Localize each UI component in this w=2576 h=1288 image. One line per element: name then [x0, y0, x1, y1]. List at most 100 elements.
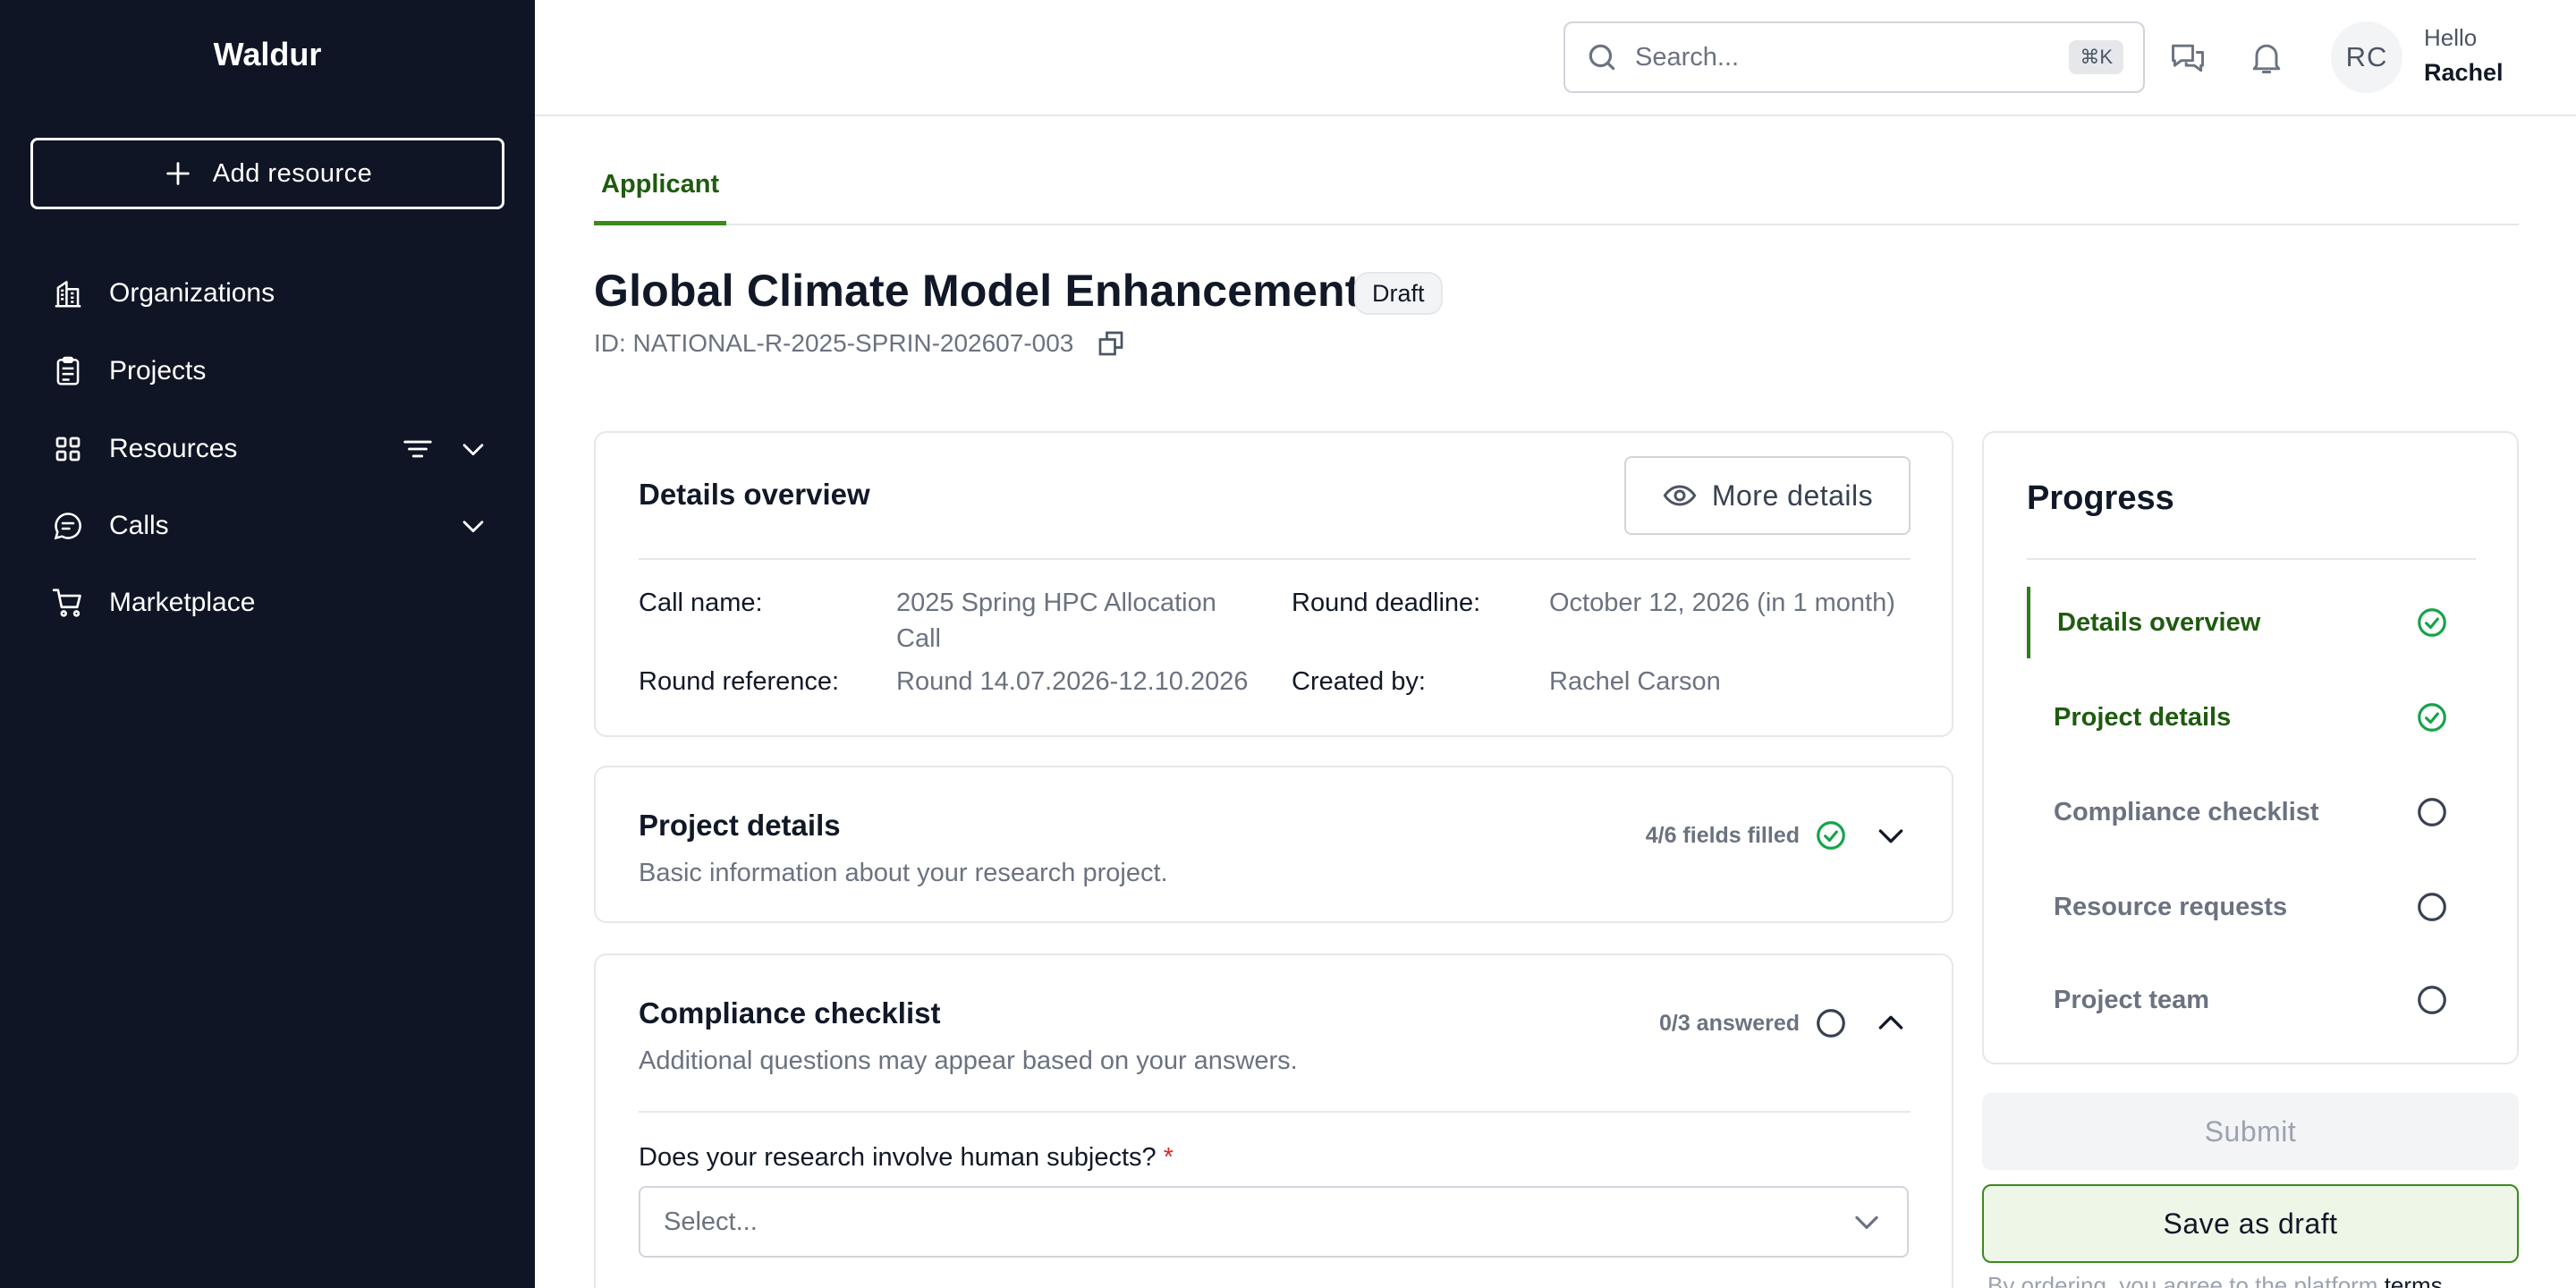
- progress-title: Progress: [2027, 479, 2174, 517]
- round-reference-label: Round reference:: [639, 667, 840, 696]
- tab-bar: Applicant: [594, 161, 2519, 225]
- sidebar-item-label: Calls: [109, 511, 169, 540]
- divider: [639, 558, 1911, 560]
- card-title: Compliance checklist: [639, 996, 941, 1030]
- details-overview-card: Details overview More details Call name:…: [594, 431, 1953, 737]
- greeting-text: Hello: [2424, 24, 2478, 51]
- round-deadline-label: Round deadline:: [1292, 589, 1481, 617]
- step-label: Project details: [2054, 702, 2232, 732]
- user-name[interactable]: Rachel: [2424, 59, 2504, 87]
- filter-icon[interactable]: [401, 432, 435, 466]
- check-circle-icon: [2418, 703, 2446, 732]
- project-details-card[interactable]: Project details Basic information about …: [594, 766, 1953, 923]
- human-subjects-question: Does your research involve human subject…: [639, 1143, 1174, 1173]
- round-deadline-value: October 12, 2026 (in 1 month): [1549, 589, 1895, 617]
- created-by-value: Rachel Carson: [1549, 667, 1721, 696]
- cart-icon: [50, 585, 86, 621]
- fields-filled-count: 4/6 fields filled: [1645, 822, 1800, 848]
- sidebar: Waldur Add resource Organizations Projec…: [0, 0, 535, 1288]
- empty-circle-icon: [2418, 893, 2446, 921]
- progress-step-resource-requests[interactable]: Resource requests: [2027, 871, 2474, 943]
- required-mark: *: [1163, 1143, 1174, 1172]
- sidebar-item-label: Organizations: [109, 278, 275, 308]
- step-label: Details overview: [2057, 607, 2261, 637]
- call-name-line: 2025 Spring HPC Allocation: [896, 589, 1216, 617]
- add-resource-label: Add resource: [212, 158, 373, 188]
- created-by-label: Created by:: [1292, 667, 1426, 696]
- chevron-down-icon[interactable]: [458, 511, 488, 541]
- question-text: Does your research involve human subject…: [639, 1143, 1157, 1172]
- round-reference-value: Round 14.07.2026-12.10.2026: [896, 667, 1249, 696]
- human-subjects-select[interactable]: Select...: [639, 1186, 1909, 1258]
- messages-icon[interactable]: [2168, 38, 2207, 77]
- step-label: Resource requests: [2054, 892, 2288, 921]
- brand-logo[interactable]: Waldur: [0, 36, 535, 73]
- step-label: Compliance checklist: [2054, 797, 2319, 826]
- section-status: 4/6 fields filled: [1646, 818, 1909, 853]
- sidebar-item-projects[interactable]: Projects: [50, 344, 488, 398]
- chat-bubble-icon: [50, 508, 86, 544]
- building-icon: [50, 275, 86, 311]
- sidebar-item-label: Projects: [109, 356, 207, 386]
- clipboard-icon: [50, 353, 86, 389]
- progress-card: Progress Details overview Project detail…: [1982, 431, 2519, 1064]
- search-icon: [1585, 40, 1619, 74]
- grid-icon: [50, 431, 86, 467]
- chevron-down-icon[interactable]: [1873, 818, 1909, 853]
- sidebar-item-marketplace[interactable]: Marketplace: [50, 576, 488, 630]
- progress-step-compliance-checklist[interactable]: Compliance checklist: [2027, 776, 2474, 848]
- avatar[interactable]: RC: [2331, 21, 2402, 93]
- chevron-down-icon: [1855, 1216, 1878, 1229]
- topbar: Search... ⌘K RC Hello Rachel: [535, 0, 2576, 116]
- card-subtitle: Basic information about your research pr…: [639, 859, 1168, 887]
- empty-circle-icon: [1817, 1009, 1845, 1038]
- call-name-label: Call name:: [639, 589, 763, 617]
- sidebar-item-organizations[interactable]: Organizations: [50, 267, 488, 320]
- save-as-draft-button[interactable]: Save as draft: [1982, 1184, 2519, 1263]
- section-status: 0/3 answered: [1659, 1005, 1909, 1041]
- empty-circle-icon: [2418, 986, 2446, 1014]
- more-details-button[interactable]: More details: [1624, 456, 1911, 535]
- sidebar-item-calls[interactable]: Calls: [50, 499, 488, 553]
- plus-icon: [166, 162, 190, 185]
- progress-step-details-overview[interactable]: Details overview: [2027, 587, 2474, 658]
- call-name-line: Call: [896, 624, 941, 653]
- select-placeholder: Select...: [664, 1207, 758, 1236]
- card-subtitle: Additional questions may appear based on…: [639, 1046, 1298, 1075]
- bell-icon[interactable]: [2247, 38, 2286, 77]
- terms-notice: By ordering, you agree to the platform t…: [1987, 1272, 2443, 1288]
- check-circle-icon: [2418, 608, 2446, 637]
- sidebar-item-resources[interactable]: Resources: [50, 422, 488, 476]
- divider: [639, 1111, 1911, 1113]
- terms-prefix: By ordering, you agree to the platform: [1987, 1272, 2378, 1288]
- progress-step-project-details[interactable]: Project details: [2027, 682, 2474, 753]
- card-title: Details overview: [639, 478, 870, 511]
- search-input[interactable]: Search... ⌘K: [1563, 21, 2145, 93]
- compliance-checklist-card: Compliance checklist Additional question…: [594, 953, 1953, 1288]
- status-badge: Draft: [1354, 272, 1443, 315]
- card-title: Project details: [639, 809, 841, 842]
- progress-step-project-team[interactable]: Project team: [2027, 964, 2474, 1036]
- search-shortcut-badge: ⌘K: [2069, 40, 2123, 74]
- sidebar-item-label: Resources: [109, 434, 238, 463]
- page-title: Global Climate Model Enhancement: [594, 266, 1360, 316]
- proposal-id: ID: NATIONAL-R-2025-SPRIN-202607-003: [594, 327, 1127, 360]
- call-name-value: 2025 Spring HPC Allocation Call: [896, 585, 1216, 657]
- chevron-down-icon[interactable]: [458, 434, 488, 464]
- answered-count: 0/3 answered: [1658, 1010, 1800, 1036]
- empty-circle-icon: [2418, 798, 2446, 826]
- eye-icon: [1663, 485, 1697, 506]
- sidebar-item-label: Marketplace: [109, 588, 256, 617]
- tab-applicant[interactable]: Applicant: [594, 161, 727, 225]
- add-resource-button[interactable]: Add resource: [30, 138, 504, 209]
- submit-button[interactable]: Submit: [1982, 1093, 2519, 1170]
- step-label: Project team: [2054, 985, 2210, 1014]
- copy-icon[interactable]: [1095, 327, 1127, 360]
- divider: [2027, 558, 2476, 560]
- search-placeholder: Search...: [1635, 42, 1740, 72]
- more-details-label: More details: [1711, 479, 1874, 512]
- terms-link[interactable]: terms: [2385, 1272, 2443, 1288]
- check-circle-icon: [1817, 821, 1845, 850]
- proposal-id-text: ID: NATIONAL-R-2025-SPRIN-202607-003: [594, 329, 1074, 357]
- chevron-up-icon[interactable]: [1873, 1005, 1909, 1041]
